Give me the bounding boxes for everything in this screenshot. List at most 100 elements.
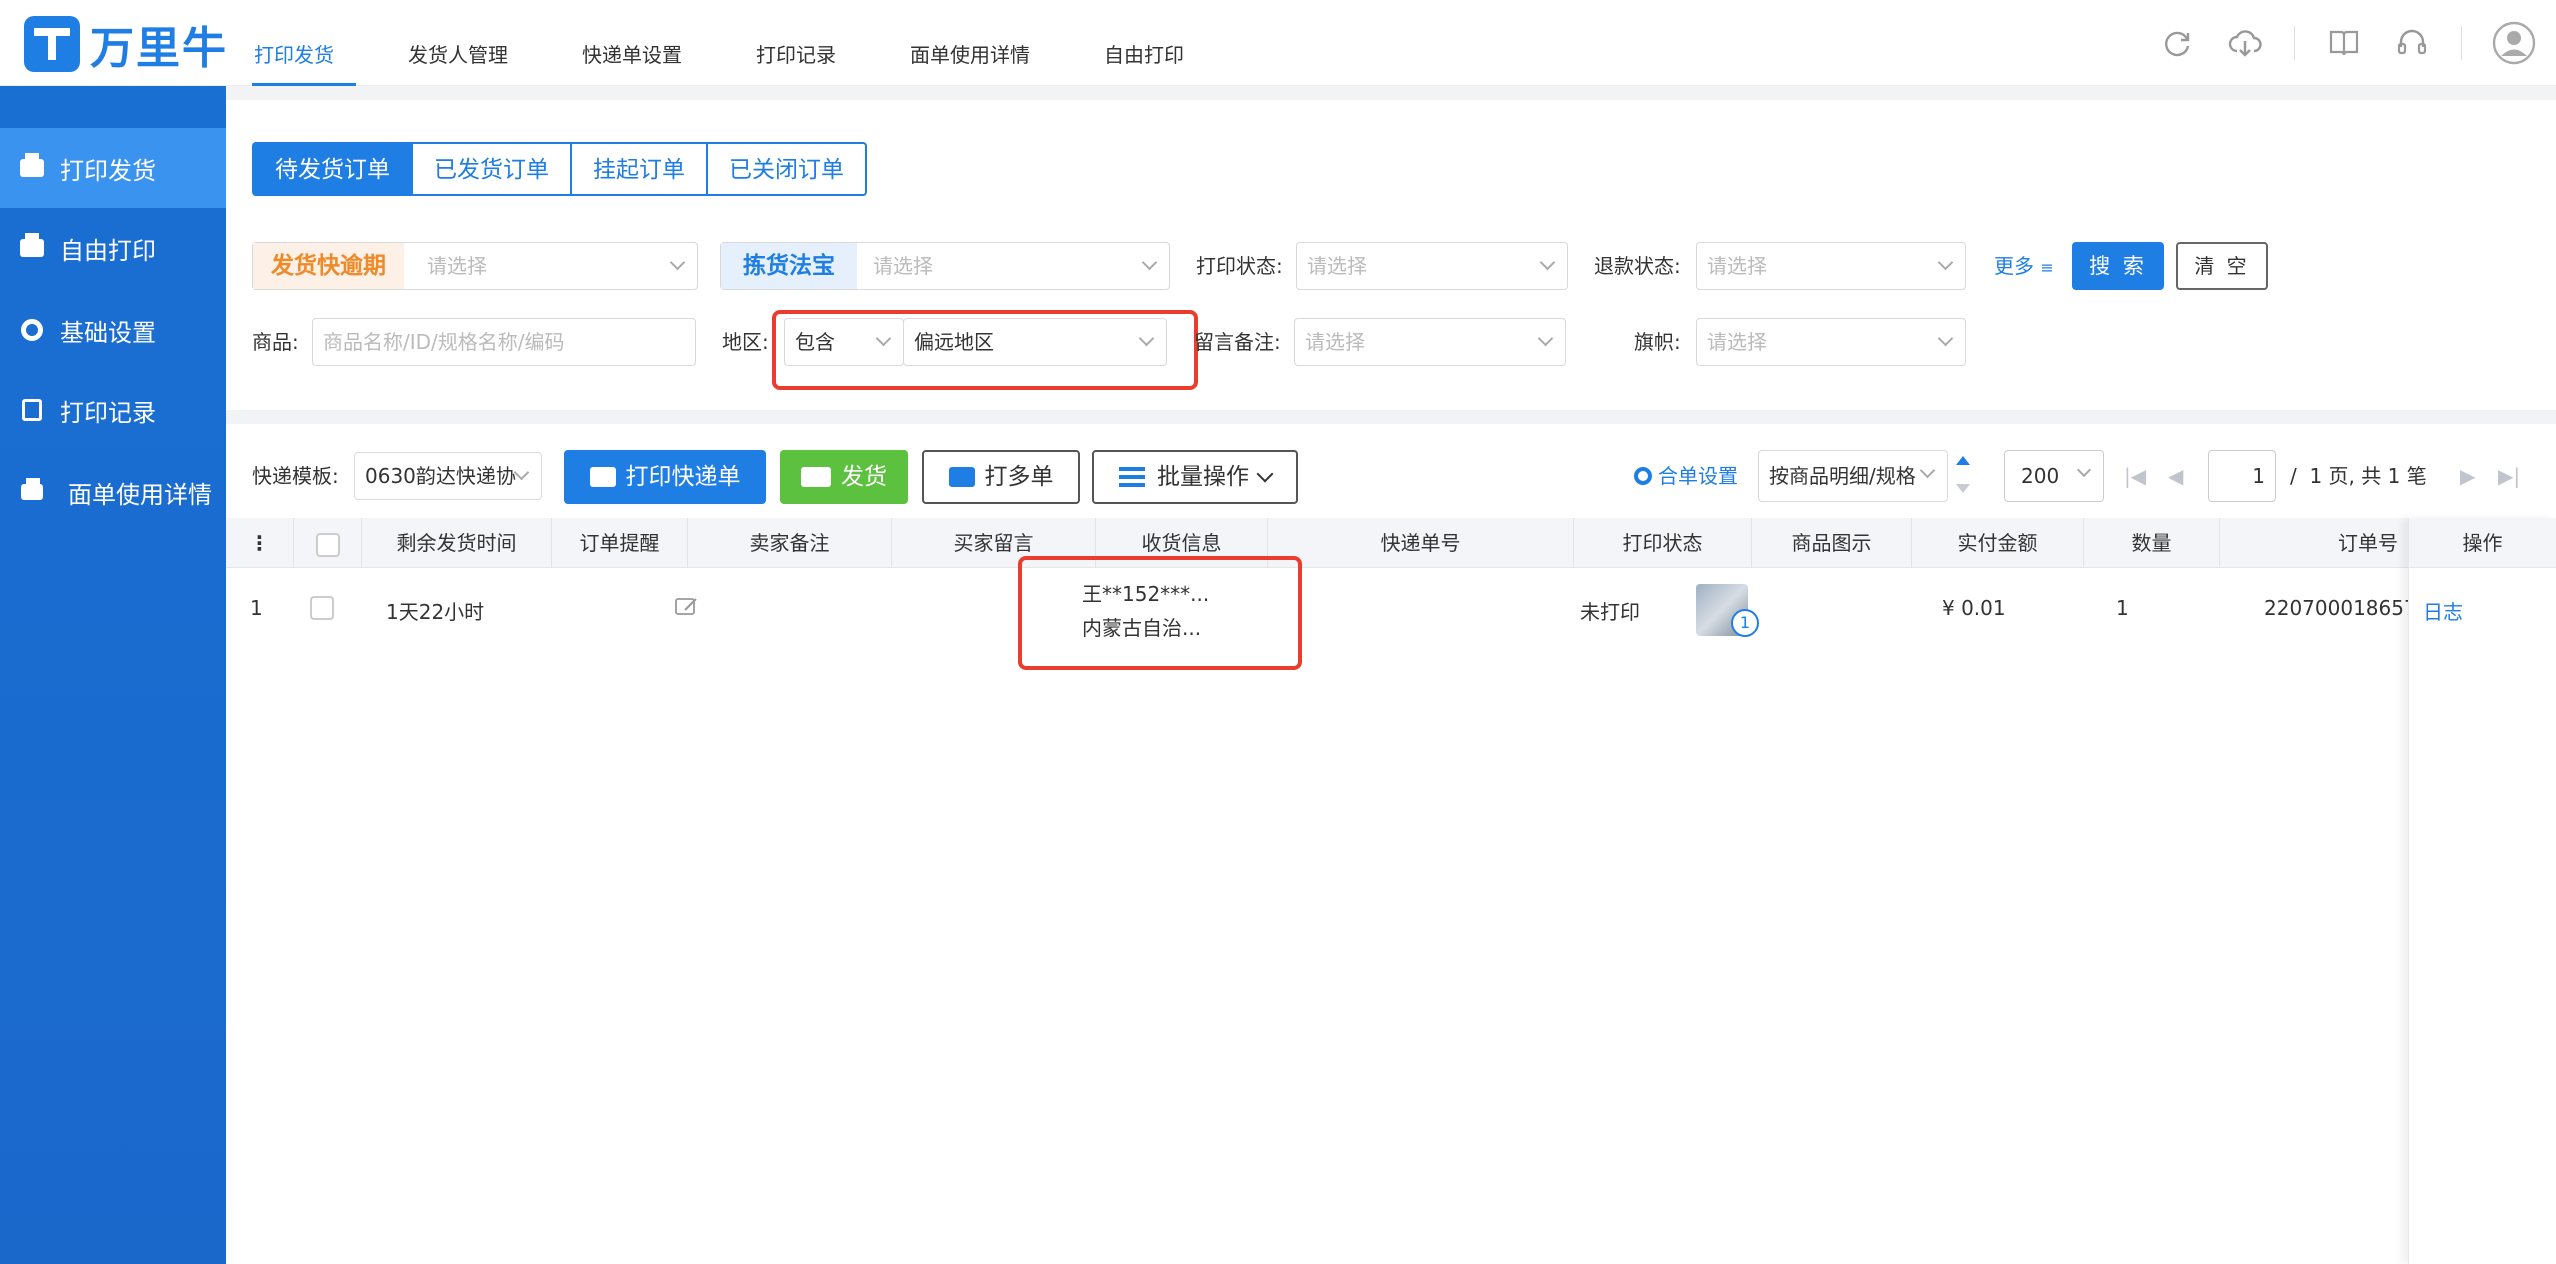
log-link[interactable]: 日志 [2423,596,2463,625]
tab-suspended-orders[interactable]: 挂起订单 [570,142,708,196]
page-size-select[interactable]: 200 [2004,450,2104,502]
edit-remark-icon[interactable] [674,596,700,623]
region-highlight-box [772,310,1198,390]
header-print-status[interactable]: 打印状态 [1574,518,1752,568]
header-order-reminder[interactable]: 订单提醒 [552,518,688,568]
search-button[interactable]: 搜 索 [2072,242,2164,290]
remark-placeholder: 请选择 [1305,330,1365,354]
row-paid-amount: ¥ 0.01 [1942,596,2006,620]
tab-shipped-orders[interactable]: 已发货订单 [411,142,572,196]
header-tracking-number[interactable]: 快递单号 [1268,518,1574,568]
book-icon[interactable] [2325,24,2363,62]
column-settings-icon[interactable]: ⋮ [226,518,294,568]
table-header: ⋮ 剩余发货时间 订单提醒 卖家备注 买家留言 收货信息 快递单号 打印状态 商… [226,518,2556,568]
chevron-down-icon [2076,462,2092,478]
section-gap [226,86,2556,100]
sidebar-item-basic-settings[interactable]: 基础设置 [0,290,226,370]
page-summary-separator: / [2290,464,2297,488]
goods-input[interactable]: 商品名称/ID/规格名称/编码 [312,318,696,366]
page-size-value: 200 [2021,464,2060,488]
row-checkbox-cell [310,596,334,625]
header-goods-image[interactable]: 商品图示 [1752,518,1912,568]
cloud-download-icon[interactable] [2226,24,2264,62]
printer-icon [948,467,975,487]
topnav-free-print[interactable]: 自由打印 [1104,0,1184,86]
merge-mode-select[interactable]: 按商品明细/规格 [1758,450,1948,502]
headset-icon[interactable] [2393,24,2431,62]
batch-operations-button[interactable]: 批量操作 [1092,450,1298,504]
sidebar-item-print-records[interactable]: 打印记录 [0,370,226,450]
chevron-down-icon [1539,254,1556,271]
chevron-down-icon [1256,465,1274,483]
template-select[interactable]: 0630韵达快递协 [354,452,542,500]
last-page-icon[interactable]: ▶| [2498,450,2520,502]
header-remaining-time[interactable]: 剩余发货时间 [362,518,552,568]
logo[interactable]: 万里牛 [24,12,228,76]
row-checkbox[interactable] [310,596,334,620]
prev-page-icon[interactable]: ◀ [2168,450,2183,502]
action-column: 操作 日志 [2408,518,2556,1264]
refund-status-label: 退款状态: [1594,254,1681,278]
select-all-checkbox[interactable] [315,532,340,557]
clear-button[interactable]: 清 空 [2176,242,2268,290]
tab-pending-orders[interactable]: 待发货订单 [252,142,413,196]
printer-icon [18,153,46,179]
print-status-select[interactable]: 请选择 [1296,242,1568,290]
page-number-value: 1 [2252,464,2265,488]
ship-button[interactable]: 发货 [780,450,908,504]
merge-mode-value: 按商品明细/规格 [1769,464,1916,488]
merge-settings-link[interactable]: 合单设置 [1634,452,1738,500]
print-status-label: 打印状态: [1196,254,1283,278]
remark-select[interactable]: 请选择 [1294,318,1566,366]
sort-up-icon[interactable] [1956,456,1970,465]
topnav-waybill-usage[interactable]: 面单使用详情 [910,0,1030,86]
merge-settings-label: 合单设置 [1658,464,1738,488]
print-waybill-button[interactable]: 打印快递单 [564,450,766,504]
refresh-icon[interactable] [2158,24,2196,62]
header-quantity[interactable]: 数量 [2084,518,2220,568]
gear-icon [1634,467,1652,485]
header-paid-amount[interactable]: 实付金额 [1912,518,2084,568]
chevron-down-icon [1141,254,1158,271]
divider [2294,26,2295,60]
page-summary: / 1 页, 共 1 笔 [2290,450,2427,502]
sidebar-item-print-ship[interactable]: 打印发货 [0,128,226,208]
remark-label: 留言备注: [1194,330,1281,354]
print-multiple-button[interactable]: 打多单 [922,450,1080,504]
goods-placeholder: 商品名称/ID/规格名称/编码 [323,330,565,354]
first-page-icon[interactable]: |◀ [2124,450,2146,502]
template-label: 快递模板: [252,464,339,488]
sidebar-item-label: 面单使用详情 [68,480,212,509]
sort-down-icon[interactable] [1956,484,1970,493]
row-order-number: 2207000186577 [2264,596,2408,620]
deadline-select[interactable]: 发货快逾期 请选择 [252,242,698,290]
topnav-print-ship[interactable]: 打印发货 [252,0,356,86]
flag-select[interactable]: 请选择 [1696,318,1966,366]
top-icons [2128,18,2556,68]
sidebar-item-label: 打印记录 [60,398,156,427]
more-filters-link[interactable]: 更多 ≡ [1994,242,2054,292]
topnav-sender-manage[interactable]: 发货人管理 [408,0,508,86]
double-chevron-down-icon: ≡ [2040,258,2054,277]
gear-icon [18,319,46,341]
sidebar-item-free-print[interactable]: 自由打印 [0,208,226,288]
topnav-waybill-settings[interactable]: 快递单设置 [582,0,682,86]
top-bar: 万里牛 打印发货 发货人管理 快递单设置 打印记录 面单使用详情 自由打印 [0,0,2556,86]
page-number-input[interactable]: 1 [2208,450,2276,502]
next-page-icon[interactable]: ▶ [2460,450,2475,502]
header-seller-remark[interactable]: 卖家备注 [688,518,892,568]
waybill-icon [18,478,46,503]
truck-icon [801,467,831,487]
avatar-icon[interactable] [2492,21,2536,65]
refund-status-select[interactable]: 请选择 [1696,242,1966,290]
topnav-print-records[interactable]: 打印记录 [756,0,836,86]
sidebar-item-waybill-usage[interactable]: 面单使用详情 [0,452,226,532]
picking-select[interactable]: 拣货法宝 请选择 [720,242,1170,290]
print-status-placeholder: 请选择 [1307,254,1367,278]
row-index: 1 [250,596,263,620]
tab-closed-orders[interactable]: 已关闭订单 [706,142,867,196]
picking-placeholder: 请选择 [873,254,933,278]
header-actions: 操作 [2409,518,2556,568]
sidebar-item-label: 基础设置 [60,318,156,347]
record-icon [18,399,46,421]
